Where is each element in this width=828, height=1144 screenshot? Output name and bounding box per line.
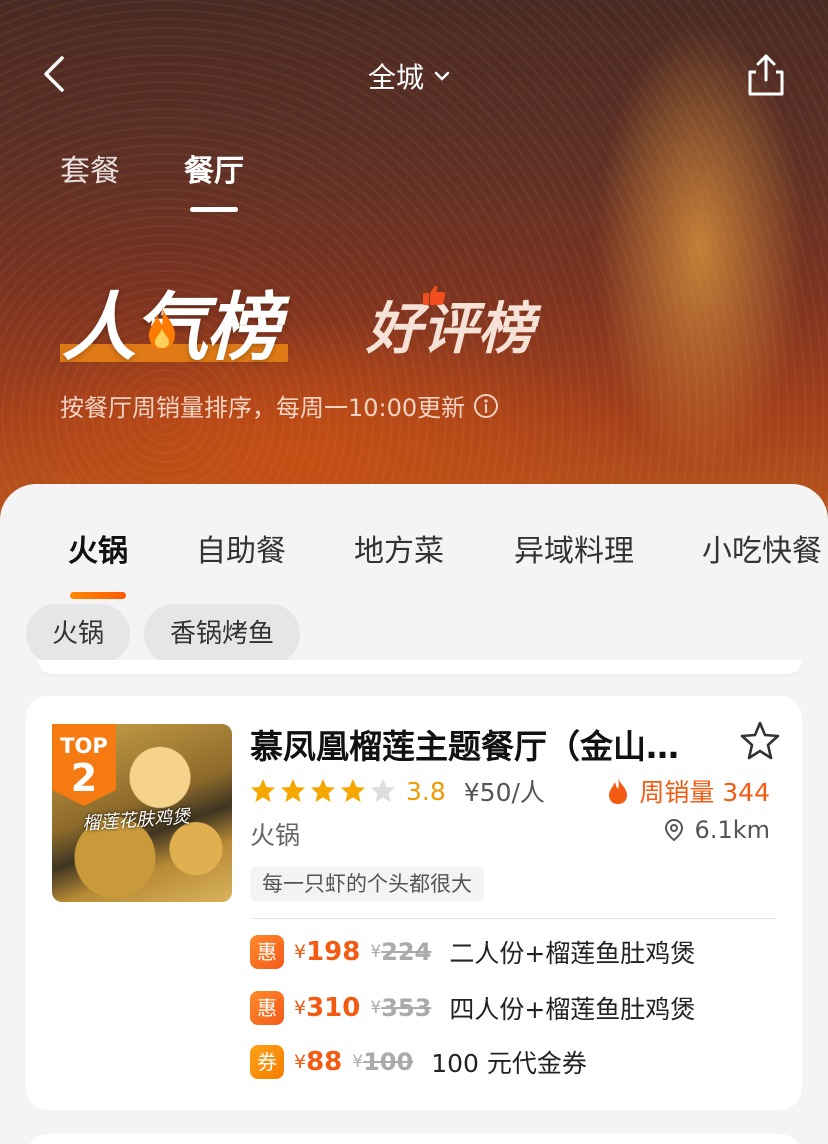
deal-currency: ¥ [294, 1051, 307, 1073]
category-tabs: 火锅 自助餐 地方菜 异域料理 小吃快餐 [0, 504, 828, 599]
deal-item[interactable]: 券 ¥ 88 ¥ 100 100 元代金券 [250, 1042, 587, 1082]
rating-score: 3.8 [406, 776, 446, 806]
star-filled-icon [311, 779, 335, 802]
top-tabs: 套餐 餐厅 [60, 146, 244, 212]
category-tab-buffet[interactable]: 自助餐 [196, 526, 286, 570]
deal-original-price: 353 [381, 994, 432, 1022]
city-label: 全城 [368, 61, 425, 94]
review-tagline: 每一只虾的个头都很大 [250, 866, 484, 902]
next-card-edge [26, 1134, 802, 1144]
rating-ranking-title[interactable]: 好评榜 [366, 284, 534, 365]
deal-currency: ¥ [294, 997, 307, 1019]
ranking-description-text: 按餐厅周销量排序，每周一10:00更新 [60, 394, 466, 422]
star-filled-icon [251, 779, 275, 802]
deal-price: 88 [306, 1047, 343, 1077]
deal-original-currency: ¥ [370, 998, 382, 1018]
previous-card-edge [38, 660, 802, 674]
voucher-badge: 券 [250, 1045, 284, 1079]
category-tab-foreign[interactable]: 异域料理 [514, 526, 634, 570]
deal-original-price: 100 [363, 1048, 414, 1076]
restaurant-name: 慕凤凰榴莲主题餐厅（金山… [250, 727, 679, 766]
card-divider [250, 918, 776, 919]
chip-spicy-pot-grilled-fish[interactable]: 香锅烤鱼 [144, 604, 301, 664]
hero-banner: 全城 套餐 餐厅 人气榜 好评榜 按餐厅周销量排序，每周一10:00更新 [0, 0, 828, 520]
category-tab-hotpot[interactable]: 火锅 [68, 526, 128, 570]
deal-original-currency: ¥ [352, 1052, 364, 1072]
star-filled-icon [341, 779, 365, 802]
active-tab-underline [190, 207, 238, 212]
deal-price: 198 [306, 937, 361, 967]
category-tab-underline [70, 592, 126, 599]
weekly-sales-text: 周销量 344 [639, 778, 770, 807]
rank-top-label: TOP [60, 734, 108, 758]
deal-description: 100 元代金券 [431, 1049, 587, 1078]
location-pin-icon [664, 818, 683, 842]
favorite-star-icon[interactable] [740, 720, 780, 760]
weekly-sales: 周销量 344 [607, 774, 770, 808]
distance: 6.1km [663, 816, 770, 844]
deal-original-currency: ¥ [370, 942, 382, 962]
deal-description: 四人份+榴莲鱼肚鸡煲 [449, 995, 696, 1024]
tab-package[interactable]: 套餐 [60, 146, 120, 212]
average-price: ¥50/人 [463, 778, 545, 807]
rank-number: 2 [70, 756, 98, 800]
deal-item[interactable]: 惠 ¥ 310 ¥ 353 四人份+榴莲鱼肚鸡煲 [250, 988, 695, 1028]
deal-item[interactable]: 惠 ¥ 198 ¥ 224 二人份+榴莲鱼肚鸡煲 [250, 932, 695, 972]
tab-restaurant-label: 餐厅 [184, 154, 244, 189]
tab-restaurant[interactable]: 餐厅 [184, 146, 244, 212]
back-arrow-icon[interactable] [36, 52, 76, 96]
city-selector[interactable]: 全城 [368, 56, 452, 96]
discount-badge: 惠 [250, 991, 284, 1025]
share-icon[interactable] [744, 50, 788, 98]
info-icon[interactable] [473, 393, 499, 419]
restaurant-category: 火锅 [250, 821, 301, 850]
restaurant-card[interactable]: 榴莲花肤鸡煲 TOP 2 慕凤凰榴莲主题餐厅（金山… 3.8 ¥50/人 周销量… [26, 696, 802, 1110]
sub-category-chips: 火锅 香锅烤鱼 [26, 604, 301, 664]
rank-badge: TOP 2 [52, 724, 116, 806]
rating-stars [250, 778, 396, 804]
category-tab-regional[interactable]: 地方菜 [354, 526, 444, 570]
category-tab-snack[interactable]: 小吃快餐 [702, 526, 822, 570]
tab-package-label: 套餐 [60, 154, 120, 189]
discount-badge: 惠 [250, 935, 284, 969]
star-empty-icon [371, 779, 395, 802]
ranking-panel: 火锅 自助餐 地方菜 异域料理 小吃快餐 火锅 香锅烤鱼 榴莲花肤鸡煲 TOP … [0, 484, 828, 1144]
deal-description: 二人份+榴莲鱼肚鸡煲 [449, 939, 696, 968]
distance-text: 6.1km [694, 816, 770, 844]
deal-currency: ¥ [294, 941, 307, 963]
rating-row: 3.8 ¥50/人 [250, 774, 545, 808]
flame-icon [149, 307, 175, 349]
deal-price: 310 [306, 993, 361, 1023]
sales-flame-icon [609, 778, 628, 804]
ranking-description: 按餐厅周销量排序，每周一10:00更新 [60, 388, 499, 423]
star-filled-icon [281, 779, 305, 802]
thumbs-up-icon [423, 285, 446, 305]
chevron-down-icon [434, 71, 450, 81]
thumbnail-caption: 榴莲花肤鸡煲 [81, 806, 191, 835]
deal-original-price: 224 [381, 938, 432, 966]
chip-hotpot[interactable]: 火锅 [26, 604, 131, 664]
